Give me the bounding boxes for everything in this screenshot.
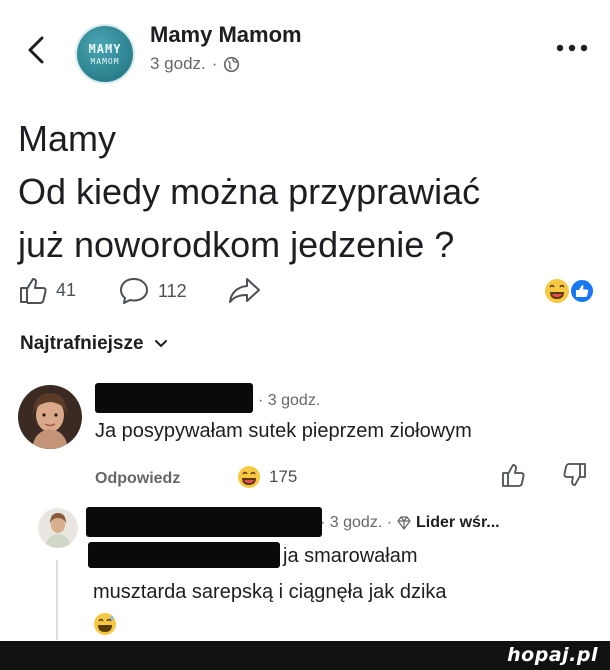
comment-time: · 3 godz. [258,392,321,409]
redacted-username [86,507,322,537]
chevron-down-icon [154,340,167,348]
post-time: 3 godz. [150,54,206,73]
post-header: MAMY MAMOM Mamy Mamom 3 godz. · [0,0,610,95]
back-icon[interactable] [22,30,52,70]
comment-text: ja smarowałam [283,545,418,567]
avatar[interactable] [38,508,78,548]
avatar[interactable] [18,385,82,449]
laugh-reaction-icon [545,279,569,303]
user-photo [18,385,82,449]
post-text: Mamy Od kiedy można przyprawiać już nowo… [18,112,598,271]
comment-time: · 3 godz. · [320,514,393,531]
post-line: Od kiedy można przyprawiać [18,171,481,212]
comment-reactions[interactable]: 175 [237,465,297,489]
meta-separator: · [211,54,218,73]
reaction-summary[interactable] [542,276,598,306]
thumbs-up-icon [20,278,47,304]
comment-sort-dropdown[interactable]: Najtrafniejsze [20,333,168,355]
page-avatar[interactable]: MAMY MAMOM [75,24,135,84]
thumbs-up-icon[interactable] [500,462,526,488]
redacted-mention [88,542,280,568]
thumbs-down-icon[interactable] [562,462,588,488]
post-line: już noworodkom jedzenie ? [18,224,455,265]
reaction-count: 175 [269,467,298,486]
comment-button[interactable]: 112 [118,276,187,306]
post-line: Mamy [18,118,116,159]
sweat-smile-emoji-icon [94,613,116,635]
user-photo [38,508,78,548]
badge-label: Lider wśr... [416,514,500,531]
post-actions: 41 112 [0,268,610,312]
more-icon[interactable] [552,36,592,60]
like-button[interactable]: 41 [18,276,76,304]
comment-text: Ja posypywałam sutek pieprzem ziołowym [95,420,472,442]
globe-icon [224,56,240,72]
share-button[interactable] [228,276,262,304]
logo-line2: MAMOM [90,56,120,66]
comment-icon [120,278,148,304]
post-meta: 3 godz. · [150,54,240,74]
reply-button[interactable]: Odpowiedz [95,470,180,488]
like-reaction-icon [569,278,595,304]
comment-text: musztarda sarepską i ciągnęła jak dzika [93,581,447,603]
comment-count: 112 [158,280,187,301]
watermark: hopaj.pl [507,644,598,666]
page-name[interactable]: Mamy Mamom [150,22,302,48]
laugh-reaction-icon [238,466,260,488]
thread-line [56,560,58,640]
like-count: 41 [56,279,77,300]
redacted-username [95,383,253,413]
comment-meta: · 3 godz. · Lider wśr... [320,514,500,532]
share-icon [229,278,260,303]
logo-line1: MAMY [88,41,122,56]
watermark-bar: hopaj.pl [0,641,610,670]
sort-label: Najtrafniejsze [20,333,144,354]
diamond-icon [397,516,411,530]
